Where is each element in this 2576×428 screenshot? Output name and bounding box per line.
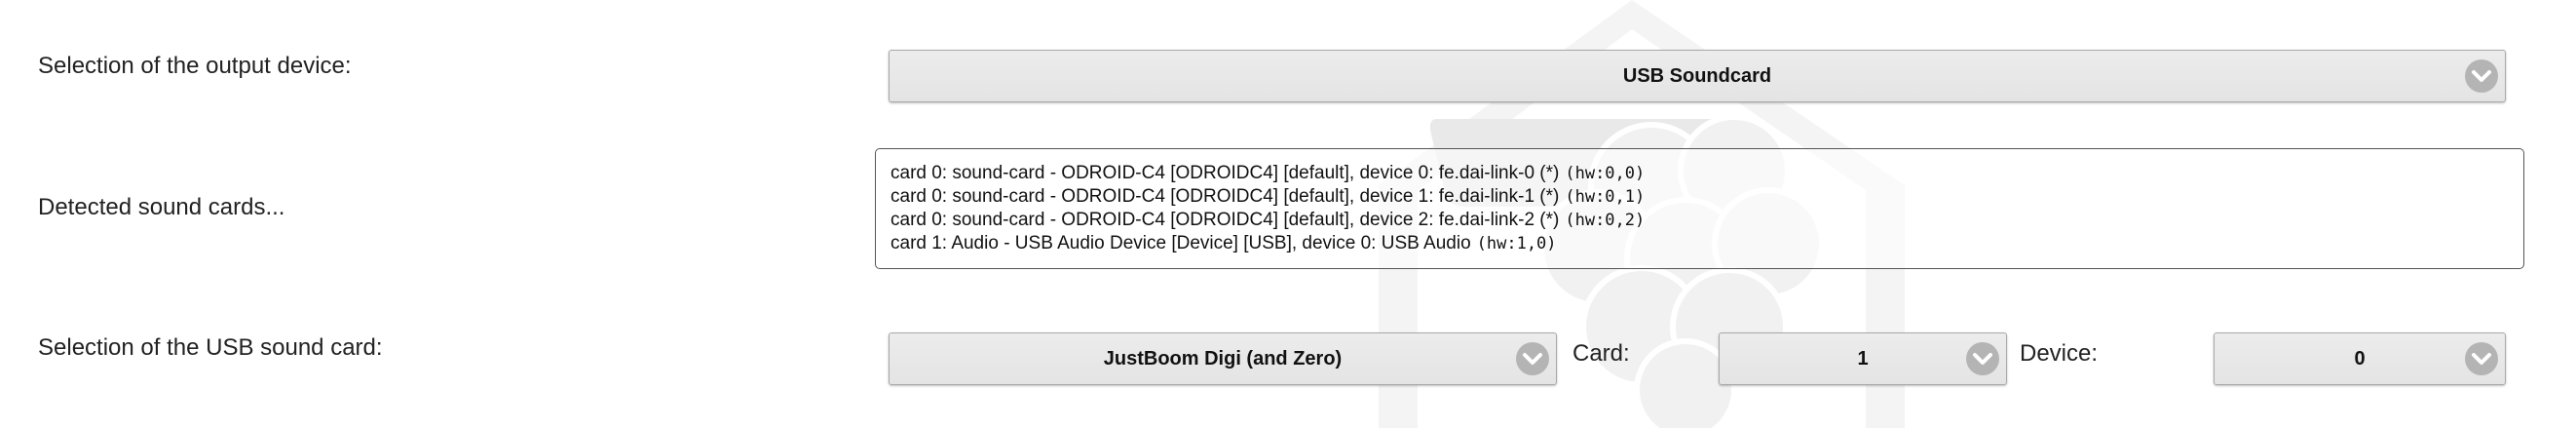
card-entry-text: card 1: Audio - USB Audio Device [Device…	[890, 233, 1471, 253]
card-entry-text: card 0: sound-card - ODROID-C4 [ODROIDC4…	[890, 210, 1560, 230]
device-number-label: Device:	[2020, 340, 2099, 367]
card-entry-text: card 0: sound-card - ODROID-C4 [ODROIDC4…	[890, 163, 1560, 183]
chevron-down-circle-icon	[1966, 342, 1999, 375]
usb-card-label: Selection of the USB sound card:	[38, 334, 383, 361]
detected-cards-label: Detected sound cards...	[38, 194, 285, 220]
device-number-value: 0	[2354, 347, 2366, 370]
output-device-label: Selection of the output device:	[38, 53, 352, 79]
card-entry-hw: (hw:0,0)	[1565, 164, 1646, 183]
usb-card-select[interactable]: JustBoom Digi (and Zero)	[889, 332, 1557, 385]
card-entry: card 0: sound-card - ODROID-C4 [ODROIDC4…	[890, 185, 2523, 209]
card-number-label: Card:	[1572, 340, 1630, 367]
card-number-value: 1	[1857, 347, 1869, 370]
chevron-down-circle-icon	[2465, 59, 2498, 93]
chevron-down-circle-icon	[2465, 342, 2498, 375]
output-device-value: USB Soundcard	[1622, 64, 1772, 87]
audio-settings-page: Selection of the output device: USB Soun…	[0, 0, 2576, 428]
card-entry: card 0: sound-card - ODROID-C4 [ODROIDC4…	[890, 209, 2523, 232]
usb-card-value: JustBoom Digi (and Zero)	[1103, 347, 1343, 370]
card-entry-hw: (hw:0,1)	[1565, 187, 1646, 207]
card-number-select[interactable]: 1	[1719, 332, 2007, 385]
detected-cards-list: card 0: sound-card - ODROID-C4 [ODROIDC4…	[875, 148, 2524, 269]
card-entry: card 1: Audio - USB Audio Device [Device…	[890, 232, 2523, 255]
chevron-down-circle-icon	[1516, 342, 1549, 375]
card-entry: card 0: sound-card - ODROID-C4 [ODROIDC4…	[890, 162, 2523, 185]
device-number-select[interactable]: 0	[2214, 332, 2506, 385]
card-entry-hw: (hw:0,2)	[1565, 211, 1646, 230]
card-entry-hw: (hw:1,0)	[1476, 234, 1557, 253]
card-entry-text: card 0: sound-card - ODROID-C4 [ODROIDC4…	[890, 186, 1560, 207]
output-device-select[interactable]: USB Soundcard	[889, 50, 2506, 102]
